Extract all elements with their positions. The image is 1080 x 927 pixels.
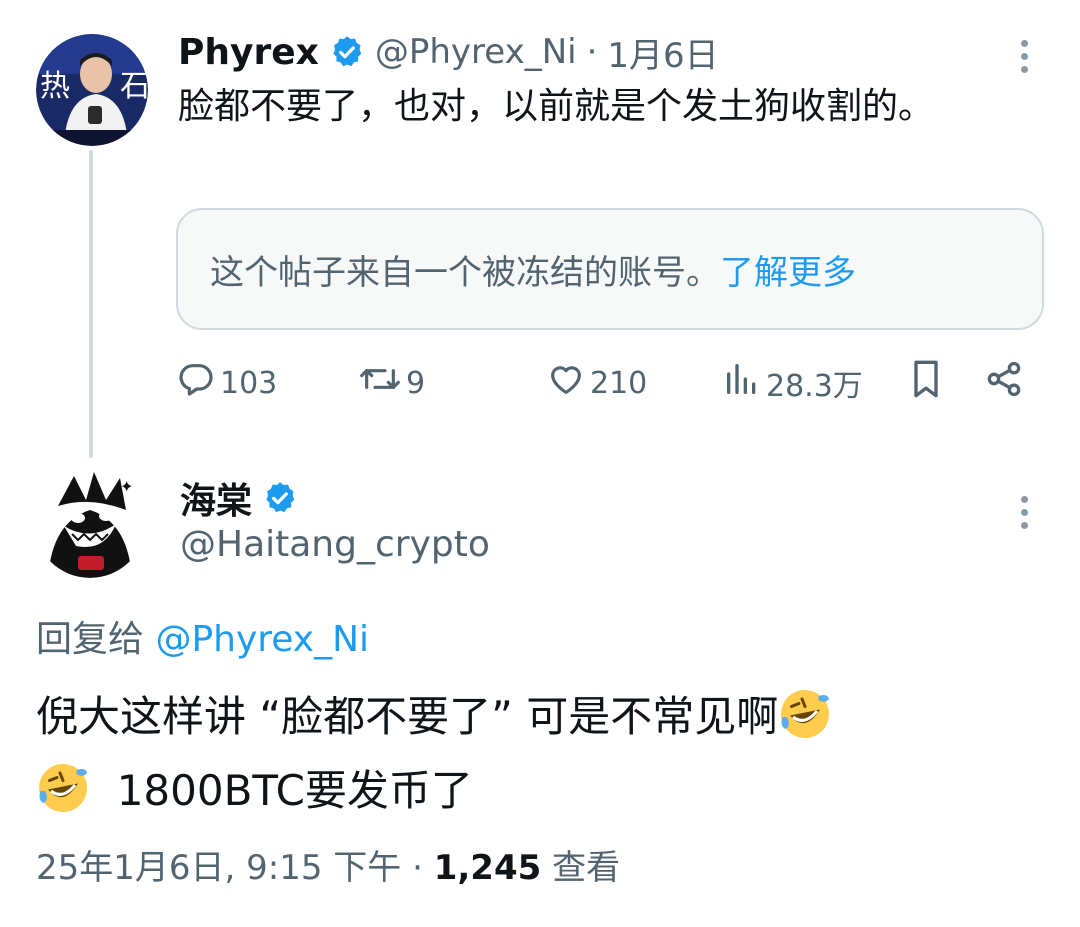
like-count: 210 xyxy=(590,365,648,401)
repost-count: 9 xyxy=(406,365,426,401)
repost-icon xyxy=(358,359,402,407)
header-separator: · xyxy=(586,32,598,72)
svg-text:石: 石 xyxy=(120,69,148,104)
reply-text-part-1: 倪大这样讲 “脸都不要了” 可是不常见啊 xyxy=(36,692,779,741)
frozen-notice-text: 这个帖子来自一个被冻结的账号。 xyxy=(210,252,720,293)
author-name[interactable]: 海棠 xyxy=(180,472,252,524)
avatar-haitang[interactable]: ✦ xyxy=(34,466,146,578)
reply-views-count: 1,245 xyxy=(433,848,542,888)
svg-text:热: 热 xyxy=(40,69,70,104)
reply-views-label: 查看 xyxy=(541,848,621,888)
bookmark-icon xyxy=(906,357,946,409)
replying-to: 回复给 @Phyrex_Ni xyxy=(36,610,369,662)
mention-link[interactable]: @Phyrex_Ni xyxy=(155,619,369,660)
views-button[interactable]: 28.3万 xyxy=(722,356,863,410)
verified-badge-icon xyxy=(329,34,365,70)
reply-tweet-header: 海棠 xyxy=(180,474,298,522)
replying-to-label: 回复给 xyxy=(36,619,156,660)
share-icon xyxy=(984,359,1024,407)
share-button[interactable] xyxy=(984,356,1024,410)
like-button[interactable]: 210 xyxy=(546,356,647,410)
author-handle[interactable]: @Haitang_crypto xyxy=(180,524,490,565)
more-vertical-icon[interactable] xyxy=(1018,40,1030,73)
parent-tweet-text: 脸都不要了，也对，以前就是个发土狗收割的。 xyxy=(178,86,935,127)
views-chart-icon xyxy=(722,359,762,407)
parent-tweet-header: Phyrex @Phyrex_Ni · 1月6日 xyxy=(178,26,719,78)
repost-button[interactable]: 9 xyxy=(358,356,425,410)
reply-count: 103 xyxy=(220,365,278,401)
reply-text-part-2: 1800BTC要发币了 xyxy=(116,766,473,815)
views-count: 28.3万 xyxy=(766,369,863,404)
svg-text:✦: ✦ xyxy=(120,477,133,496)
more-vertical-icon[interactable] xyxy=(1018,496,1030,529)
author-handle[interactable]: @Phyrex_Ni xyxy=(375,32,577,72)
tweet-action-bar: 103 9 210 28.3万 xyxy=(176,356,1036,410)
reply-tweet-text: 倪大这样讲 “脸都不要了” 可是不常见啊 1800BTC要发币了 xyxy=(36,680,1046,828)
reply-meta: 25年1月6日, 9:15 下午 · 1,245 查看 xyxy=(36,840,620,889)
tweet-thread: 热 石 Phyrex @Phyrex_Ni · 1月6日 脸都不要了，也对，以前… xyxy=(0,0,1080,927)
bookmark-button[interactable] xyxy=(906,356,946,410)
verified-badge-icon xyxy=(262,480,298,516)
reply-button[interactable]: 103 xyxy=(176,356,277,410)
tweet-date[interactable]: 1月6日 xyxy=(607,28,718,77)
heart-icon xyxy=(546,359,586,407)
learn-more-link[interactable]: 了解更多 xyxy=(720,245,856,294)
rolling-on-floor-laughing-emoji xyxy=(36,761,90,815)
frozen-account-notice: 这个帖子来自一个被冻结的账号。 了解更多 xyxy=(176,208,1044,330)
reply-bubble-icon xyxy=(176,359,216,407)
thread-connector-line xyxy=(89,150,93,458)
rolling-on-floor-laughing-emoji xyxy=(778,687,832,741)
avatar-phyrex[interactable]: 热 石 xyxy=(36,34,148,146)
reply-timestamp[interactable]: 25年1月6日, 9:15 下午 · xyxy=(36,848,434,888)
author-name[interactable]: Phyrex xyxy=(178,32,319,73)
